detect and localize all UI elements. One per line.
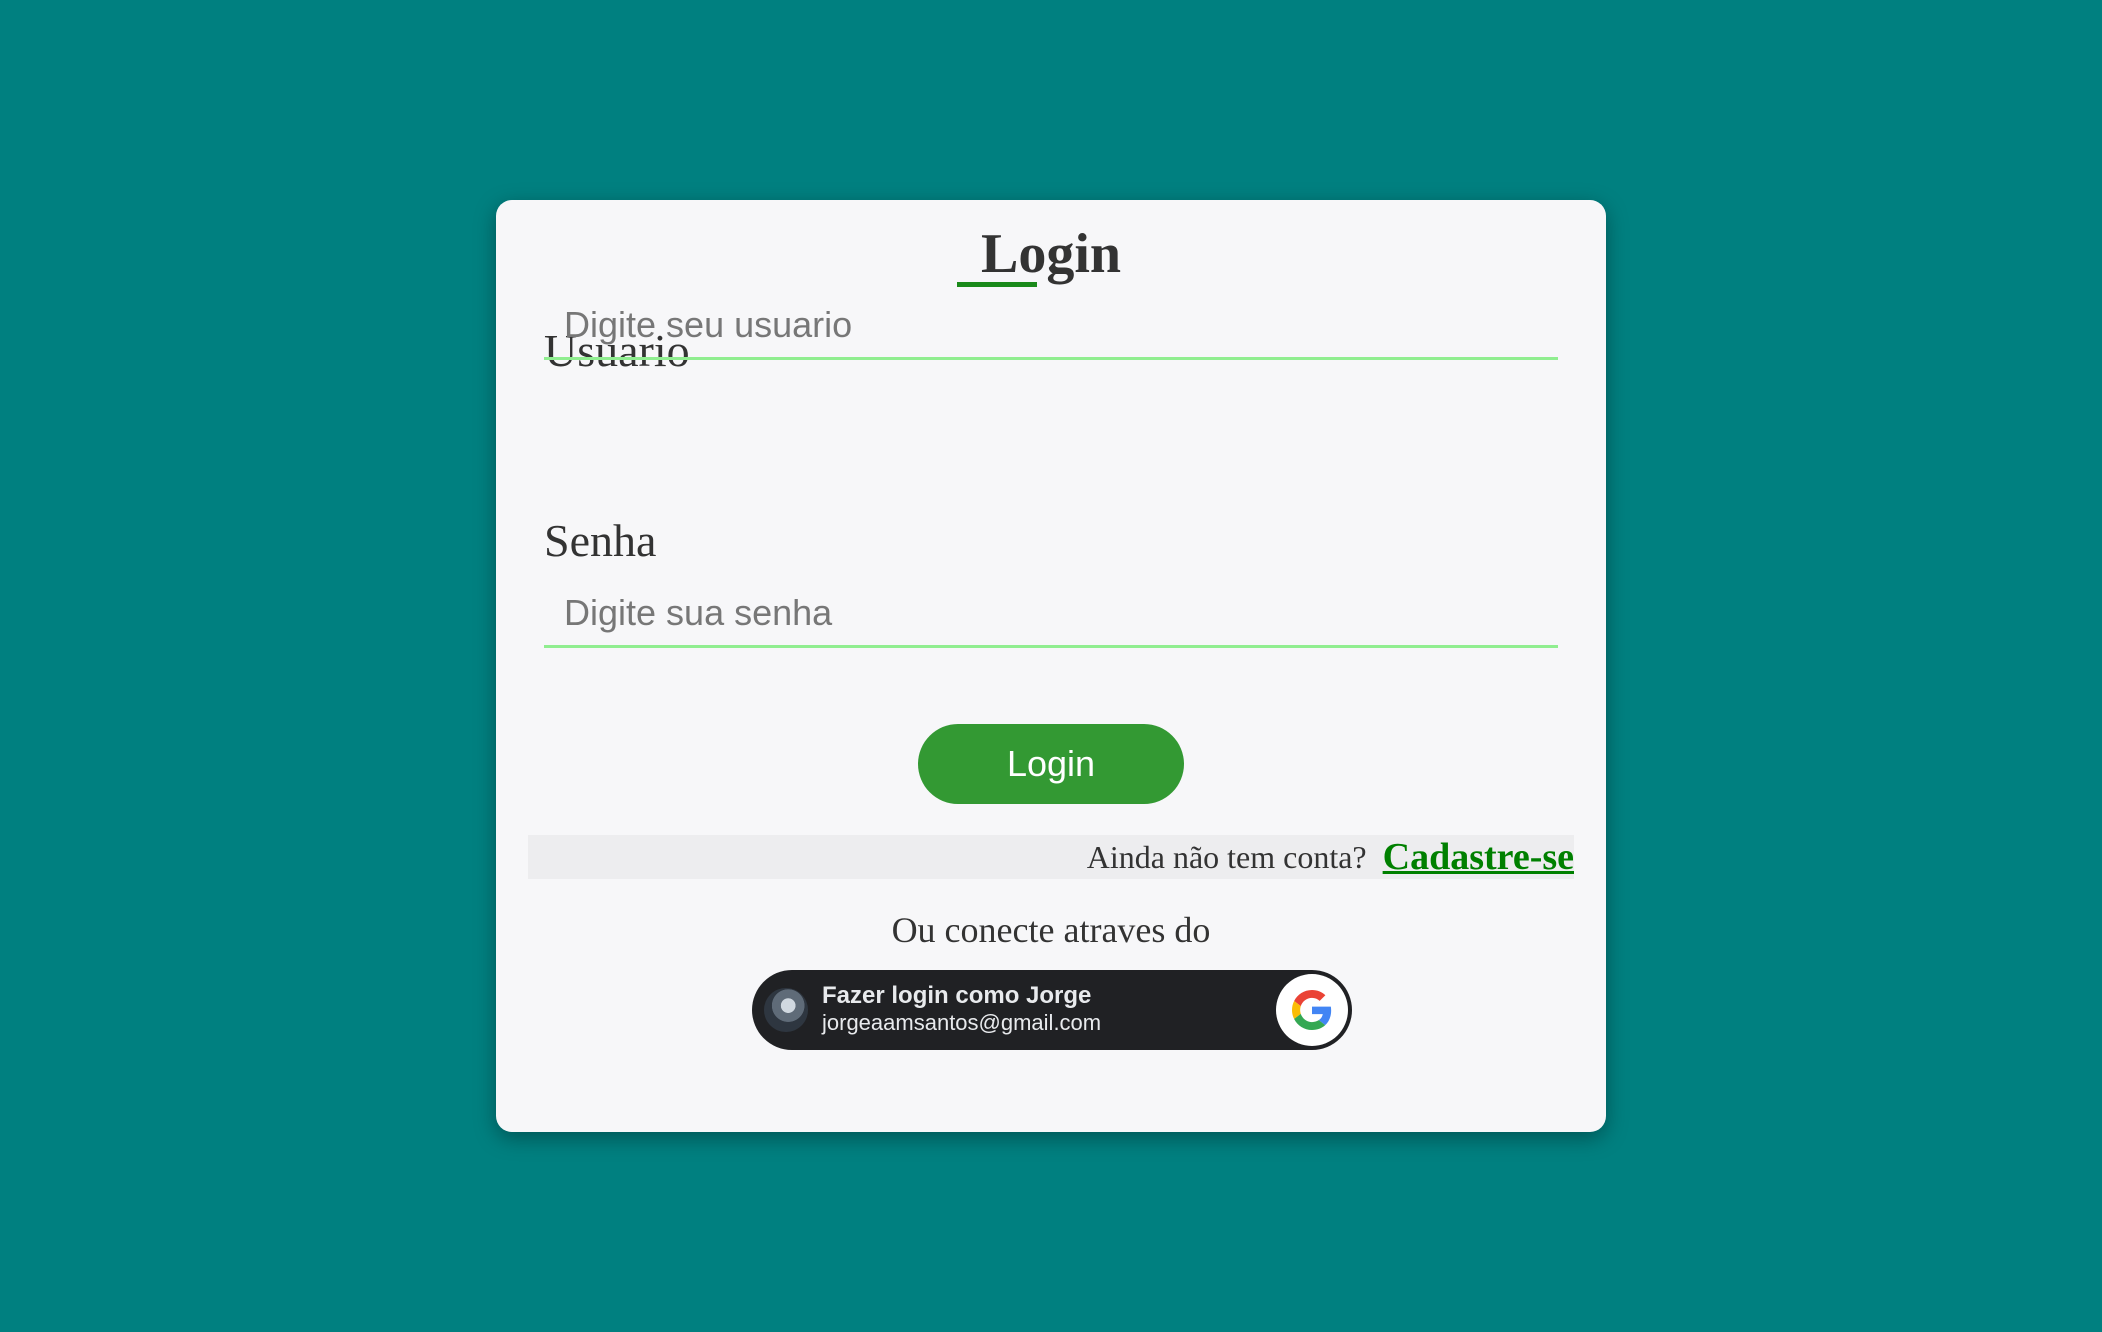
google-signin-button[interactable]: Fazer login como Jorge jorgeaamsantos@gm… (752, 970, 1352, 1050)
username-input[interactable] (544, 292, 1558, 360)
signup-row: Ainda não tem conta? Cadastre-se (528, 835, 1574, 879)
login-button[interactable]: Login (918, 724, 1184, 804)
title-underline (957, 282, 1037, 287)
page-title: Login (980, 223, 1122, 285)
google-account-email: jorgeaamsantos@gmail.com (822, 1009, 1102, 1035)
signup-prompt: Ainda não tem conta? (1086, 838, 1367, 875)
google-account-info: Fazer login como Jorge jorgeaamsantos@gm… (822, 982, 1101, 1035)
password-input[interactable] (544, 580, 1558, 648)
signup-link[interactable]: Cadastre-se (1383, 835, 1574, 879)
google-account-title: Fazer login como Jorge (822, 982, 1092, 1009)
social-divider-text: Ou conecte atraves do (891, 910, 1211, 950)
google-g-icon (1276, 974, 1348, 1046)
avatar (764, 988, 808, 1032)
login-card: Login Usuario Senha Login Ainda não tem … (496, 200, 1606, 1132)
password-label: Senha (544, 515, 657, 566)
